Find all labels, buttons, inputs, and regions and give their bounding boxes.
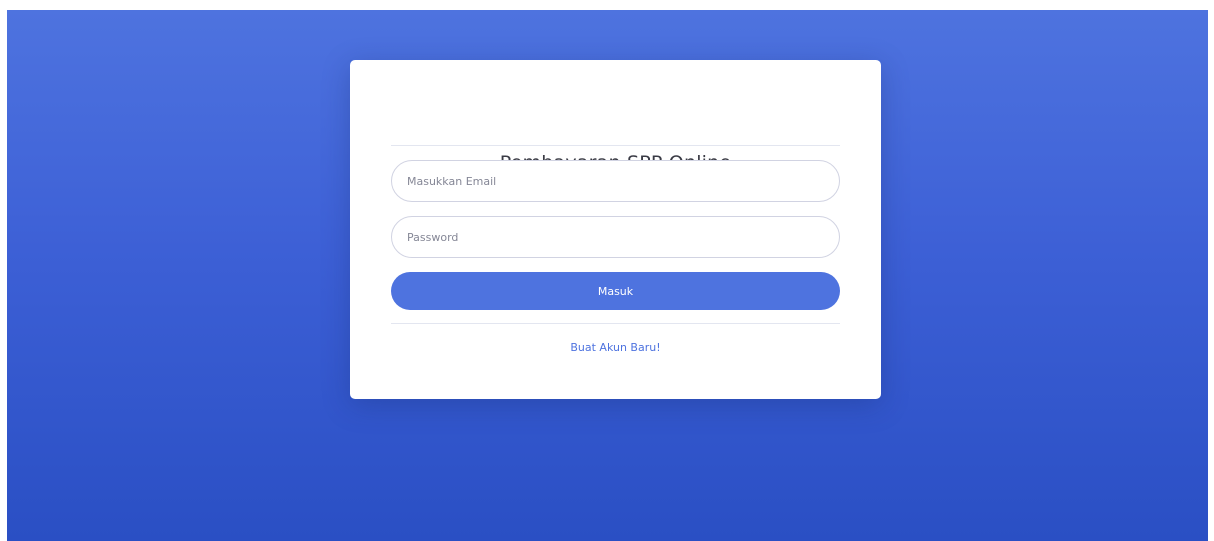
password-input[interactable]	[391, 216, 840, 258]
login-card: Pembayaran SPP Online Masuk Buat Akun Ba…	[350, 60, 881, 399]
register-link[interactable]: Buat Akun Baru!	[350, 341, 881, 355]
login-button[interactable]: Masuk	[391, 272, 840, 310]
form-divider	[391, 323, 840, 324]
page-background: Pembayaran SPP Online Masuk Buat Akun Ba…	[7, 10, 1208, 541]
email-input[interactable]	[391, 160, 840, 202]
title-divider	[391, 145, 840, 146]
